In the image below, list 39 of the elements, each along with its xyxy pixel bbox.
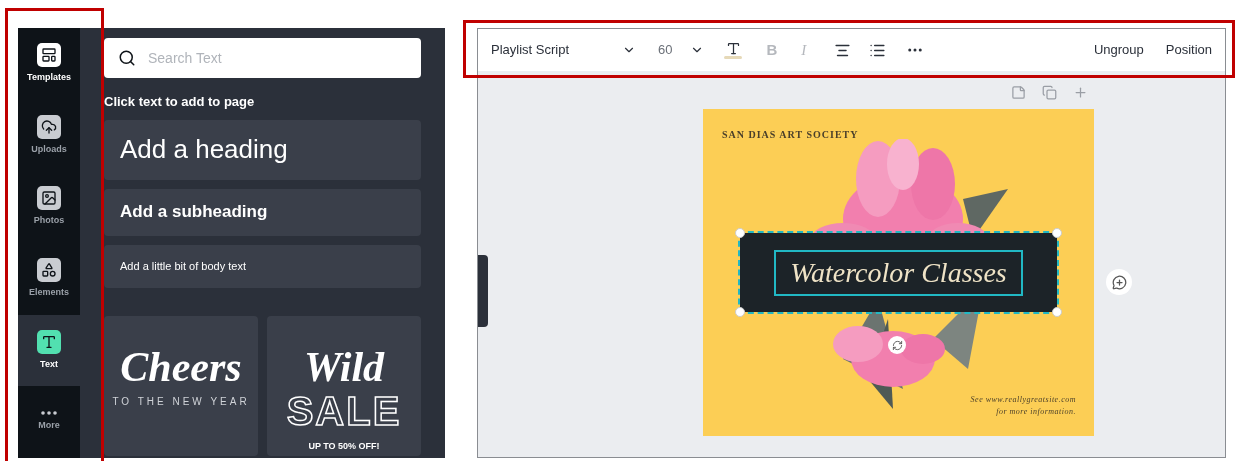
resize-handle[interactable] (1052, 228, 1062, 238)
resize-handle[interactable] (735, 228, 745, 238)
layout-icon (37, 43, 61, 68)
poster-footer-text: for more information. (996, 406, 1076, 418)
color-swatch (724, 56, 743, 59)
text-preset[interactable]: Add a little bit of body text (104, 244, 421, 288)
text-preset[interactable]: Add a heading (104, 119, 421, 180)
poster-footer-text: See www.reallygreatsite.com (970, 394, 1076, 406)
text-template-card[interactable]: Wild SALE UP TO 50% OFF! (267, 315, 421, 456)
font-size-dropdown[interactable]: 60 (658, 40, 705, 60)
toolbar-action[interactable]: Ungroup (1093, 40, 1144, 60)
cloud-upload-icon (37, 114, 61, 139)
template-text: Wild (303, 343, 385, 390)
template-text: Cheers (120, 343, 242, 390)
comment-add-icon (1111, 274, 1127, 290)
poster-title: Watercolor Classes (774, 249, 1023, 296)
font-dropdown[interactable]: Playlist Script (491, 40, 636, 60)
template-text: SALE (286, 389, 402, 432)
text-icon (37, 329, 61, 354)
template-text: TO THE NEW YEAR (112, 394, 250, 409)
letter-icon (725, 41, 741, 56)
comment-button[interactable] (1106, 269, 1132, 295)
toolbar-action[interactable]: Position (1165, 40, 1212, 60)
more-icon (41, 411, 57, 416)
resize-handle[interactable] (735, 307, 745, 317)
image-icon (37, 186, 61, 211)
template-text: UP TO 50% OFF! (308, 439, 380, 453)
poster-org: SAN DIAS ART SOCIETY (722, 128, 859, 142)
shapes-icon (37, 258, 61, 283)
search-icon (118, 49, 136, 67)
resize-handle[interactable] (1052, 307, 1062, 317)
text-preset[interactable]: Add a subheading (104, 188, 421, 236)
search-field[interactable]: Search Text (104, 38, 421, 78)
panel-hint: Click text to add to page (104, 93, 256, 111)
rotate-icon (891, 339, 903, 351)
text-template-card[interactable]: Cheers TO THE NEW YEAR (104, 315, 258, 456)
text-color-button[interactable] (724, 41, 743, 59)
title-block[interactable]: Watercolor Classes (740, 233, 1057, 312)
sidebar-tab[interactable]: Text (18, 314, 80, 387)
